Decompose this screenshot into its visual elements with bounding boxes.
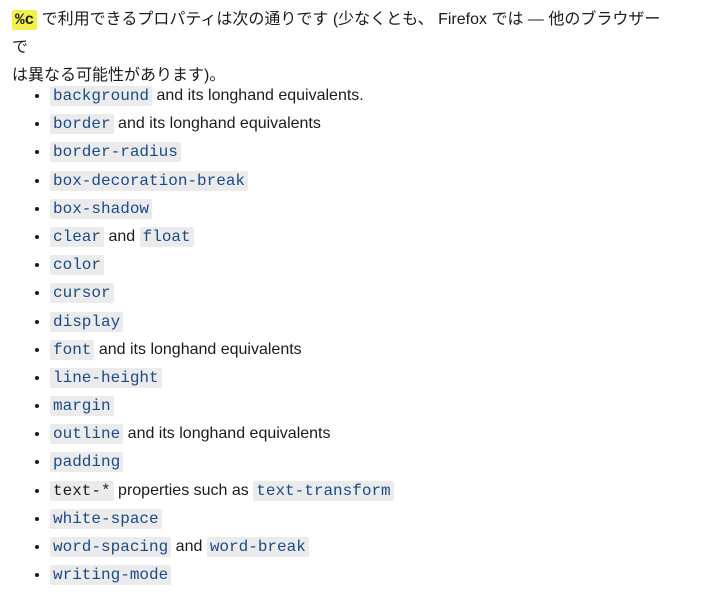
property-link[interactable]: display: [50, 311, 124, 332]
list-item-text: and: [171, 538, 207, 555]
property-link[interactable]: background: [50, 86, 153, 106]
property-link[interactable]: font: [50, 339, 95, 360]
list-item-text: and its longhand equivalents.: [152, 87, 364, 104]
property-link[interactable]: padding: [50, 452, 124, 473]
list-item: cursor: [50, 279, 710, 307]
intro-paragraph: %c で利用できるプロパティは次の通りです (少なくとも、 Firefox では…: [12, 6, 662, 90]
property-link[interactable]: box-shadow: [50, 198, 153, 219]
list-item: margin: [50, 392, 710, 420]
list-item: display: [50, 308, 710, 336]
property-link[interactable]: writing-mode: [50, 565, 172, 586]
property-link[interactable]: clear: [50, 226, 105, 247]
list-item-text: and its longhand equivalents: [113, 115, 321, 133]
property-link[interactable]: white-space: [50, 508, 162, 529]
property-code: text-*: [50, 480, 114, 501]
list-item-text: and its longhand equivalents: [94, 340, 302, 358]
property-link[interactable]: line-height: [50, 367, 162, 388]
property-link[interactable]: word-break: [206, 537, 309, 557]
list-item: line-height: [50, 364, 710, 392]
list-item: box-shadow: [50, 195, 710, 223]
property-link[interactable]: margin: [50, 396, 114, 417]
list-item: writing-mode: [50, 561, 710, 589]
list-item-text: properties such as: [113, 481, 254, 499]
list-item: text-* properties such as text-transform: [50, 477, 710, 505]
list-item: clear and float: [50, 223, 710, 251]
property-link[interactable]: text-transform: [253, 480, 394, 501]
list-item-text: and its longhand equivalents: [123, 425, 331, 443]
list-item: color: [50, 251, 710, 279]
property-link[interactable]: border-radius: [50, 142, 181, 163]
intro-text-line1: で利用できるプロパティは次の通りです (少なくとも、 Firefox では — …: [12, 11, 661, 56]
property-link[interactable]: word-spacing: [50, 537, 172, 557]
list-item-text: and: [104, 227, 140, 245]
list-item: border-radius: [50, 138, 710, 166]
property-link[interactable]: box-decoration-break: [50, 170, 249, 191]
list-item: white-space: [50, 505, 710, 533]
list-item: outline and its longhand equivalents: [50, 420, 710, 448]
list-item: box-decoration-break: [50, 167, 710, 195]
list-item: word-spacing and word-break: [50, 533, 710, 561]
list-item: padding: [50, 448, 710, 476]
format-specifier-code: %c: [12, 10, 38, 30]
property-link[interactable]: color: [50, 255, 105, 276]
list-item: background and its longhand equivalents.: [50, 82, 710, 110]
property-link[interactable]: border: [50, 114, 114, 135]
property-link[interactable]: outline: [50, 424, 124, 445]
supported-properties-list: background and its longhand equivalents.…: [0, 82, 710, 589]
property-link[interactable]: cursor: [50, 283, 114, 304]
property-link[interactable]: float: [139, 226, 194, 247]
list-item: border and its longhand equivalents: [50, 110, 710, 138]
list-item: font and its longhand equivalents: [50, 336, 710, 364]
